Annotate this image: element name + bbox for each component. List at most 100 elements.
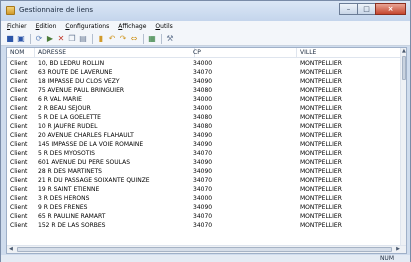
cell-nom: Client [10, 213, 28, 220]
table-row[interactable]: Client 152 R DE LAS SORBES 34070 MONTPELLIE… [7, 221, 402, 230]
table-row[interactable]: Client 19 R SAINT ETIENNE 34070 MONTPELLIER [7, 185, 402, 194]
table-row[interactable]: Client 10 R JAUFRE RUDEL 34080 MONTPELLIER [7, 122, 402, 131]
cell-cp: 34090 [193, 141, 213, 148]
vertical-scrollbar[interactable]: ▲ [400, 48, 406, 245]
table-row[interactable]: Client 20 AVENUE CHARLES FLAHAULT 34090 MON… [7, 131, 402, 140]
paste-icon[interactable]: ▤ [78, 34, 88, 44]
copy-icon[interactable]: ❐ [67, 34, 77, 44]
cell-ville: MONTPELLIER [300, 159, 342, 166]
minimize-button[interactable]: – [339, 3, 358, 15]
horizontal-scroll-thumb[interactable] [17, 247, 392, 252]
maximize-button[interactable]: □ [357, 3, 376, 15]
cell-nom: Client [10, 60, 28, 67]
menu-outils[interactable]: Outils [155, 23, 172, 30]
scroll-up-icon[interactable]: ▲ [402, 49, 406, 54]
toolbar-separator [30, 33, 31, 44]
cell-adresse: 5 R DES MYOSOTIS [38, 150, 95, 157]
table-row[interactable]: Client 5 R DE LA GOELETTE 34080 MONTPELLIER [7, 113, 402, 122]
tools-icon[interactable]: ⚒ [165, 34, 175, 44]
save-as-icon[interactable]: ▣ [16, 34, 26, 44]
cell-nom: Client [10, 195, 28, 202]
horizontal-scrollbar[interactable]: ◀ ▶ [7, 245, 406, 253]
save-icon[interactable]: ■ [5, 34, 15, 44]
menu-edition[interactable]: Edition [36, 23, 57, 30]
menu-edition-label: dition [39, 23, 57, 30]
table-row[interactable]: Client 601 AVENUE DU PERE SOULAS 34090 MONT… [7, 158, 402, 167]
excel-icon[interactable]: ▦ [147, 34, 157, 44]
app-window: Gestionnaire de liens – □ × Fichier Edit… [0, 0, 411, 262]
cell-ville: MONTPELLIER [300, 141, 342, 148]
cell-ville: MONTPELLIER [300, 222, 342, 229]
table-row[interactable]: Client 145 IMPASSE DE LA VOIE ROMAINE 3409… [7, 140, 402, 149]
table-row[interactable]: Client 3 R DES HERONS 34000 MONTPELLIER [7, 194, 402, 203]
cell-cp: 34090 [193, 132, 213, 139]
cell-ville: MONTPELLIER [300, 195, 342, 202]
back-icon[interactable]: ↶ [107, 34, 117, 44]
scroll-right-icon[interactable]: ▶ [396, 247, 400, 252]
cell-adresse: 152 R DE LAS SORBES [38, 222, 106, 229]
table-row[interactable]: Client 5 R DES MYOSOTIS 34070 MONTPELLIER [7, 149, 402, 158]
table-row[interactable]: Client 6 R VAL MARIE 34000 MONTPELLIER [7, 95, 402, 104]
cell-ville: MONTPELLIER [300, 60, 342, 67]
status-bar: NUM [1, 255, 410, 262]
title-bar[interactable]: Gestionnaire de liens – □ × [1, 1, 410, 21]
table-row[interactable]: Client 63 ROUTE DE LAVERUNE 34070 MONTPELLI… [7, 68, 402, 77]
table-row[interactable]: Client 21 R DU PASSAGE SOIXANTE QUINZE 340… [7, 176, 402, 185]
column-header-cp[interactable]: CP [190, 48, 297, 58]
cell-nom: Client [10, 123, 28, 130]
cell-nom: Client [10, 69, 28, 76]
close-button[interactable]: × [375, 3, 406, 15]
menu-bar: Fichier Edition Configurations Affichage… [1, 21, 410, 32]
cell-adresse: 63 ROUTE DE LAVERUNE [38, 69, 113, 76]
cell-nom: Client [10, 141, 28, 148]
table-row[interactable]: Client 18 IMPASSE DU CLOS VEZY 34090 MONTPE… [7, 77, 402, 86]
cell-ville: MONTPELLIER [300, 204, 342, 211]
cell-cp: 34070 [193, 150, 213, 157]
cell-adresse: 10 R JAUFRE RUDEL [38, 123, 98, 130]
cell-ville: MONTPELLIER [300, 123, 342, 130]
column-header-ville[interactable]: VILLE [297, 48, 402, 58]
links-list[interactable]: NOM ADRESSE CP VILLE Client 10, BD LEDRU … [6, 47, 407, 254]
menu-affichage[interactable]: Affichage [118, 23, 146, 30]
lock-icon[interactable]: ▮ [96, 34, 106, 44]
cell-ville: MONTPELLIER [300, 87, 342, 94]
menu-configurations[interactable]: Configurations [65, 23, 109, 30]
cell-ville: MONTPELLIER [300, 168, 342, 175]
cell-nom: Client [10, 186, 28, 193]
cell-cp: 34000 [193, 60, 213, 67]
cell-cp: 34090 [193, 204, 213, 211]
toolbar-separator [143, 33, 144, 44]
menu-fichier[interactable]: Fichier [7, 23, 27, 30]
cell-nom: Client [10, 177, 28, 184]
toolbar-separator [92, 33, 93, 44]
table-row[interactable]: Client 75 AVENUE PAUL BRINGUIER 34080 MONTP… [7, 86, 402, 95]
forward-icon[interactable]: ↷ [118, 34, 128, 44]
table-row[interactable]: Client 10, BD LEDRU ROLLIN 34000 MONTPELLIE… [7, 59, 402, 68]
link-icon[interactable]: ⇔ [129, 34, 139, 44]
refresh-icon[interactable]: ⟳ [34, 34, 44, 44]
cell-cp: 34070 [193, 213, 213, 220]
table-row[interactable]: Client 9 R DES FRENES 34090 MONTPELLIER [7, 203, 402, 212]
menu-fichier-label: ichier [10, 23, 27, 30]
list-rows: Client 10, BD LEDRU ROLLIN 34000 MONTPELLIE… [7, 59, 402, 230]
cell-adresse: 145 IMPASSE DE LA VOIE ROMAINE [38, 141, 144, 148]
table-row[interactable]: Client 28 R DES MARTINETS 34090 MONTPELLIER [7, 167, 402, 176]
cell-ville: MONTPELLIER [300, 177, 342, 184]
column-header-nom[interactable]: NOM [7, 48, 35, 58]
cell-nom: Client [10, 222, 28, 229]
delete-icon[interactable]: ✕ [56, 34, 66, 44]
window-controls: – □ × [339, 3, 406, 15]
table-row[interactable]: Client 2 R BEAU SEJOUR 34000 MONTPELLIER [7, 104, 402, 113]
table-row[interactable]: Client 65 R PAULINE RAMART 34070 MONTPELLIE… [7, 212, 402, 221]
minimize-icon: – [346, 5, 351, 13]
vertical-scroll-thumb[interactable] [402, 56, 406, 80]
play-icon[interactable]: ▶ [45, 34, 55, 44]
app-icon [6, 6, 15, 15]
column-header-adresse[interactable]: ADRESSE [35, 48, 195, 58]
window-title: Gestionnaire de liens [19, 6, 93, 14]
cell-nom: Client [10, 150, 28, 157]
cell-cp: 34000 [193, 105, 213, 112]
cell-ville: MONTPELLIER [300, 132, 342, 139]
scroll-left-icon[interactable]: ◀ [9, 247, 13, 252]
toolbar: ■ ▣ ⟳ ▶ ✕ ❐ ▤ ▮ ↶ ↷ ⇔ ▦ ⚒ [1, 32, 410, 46]
